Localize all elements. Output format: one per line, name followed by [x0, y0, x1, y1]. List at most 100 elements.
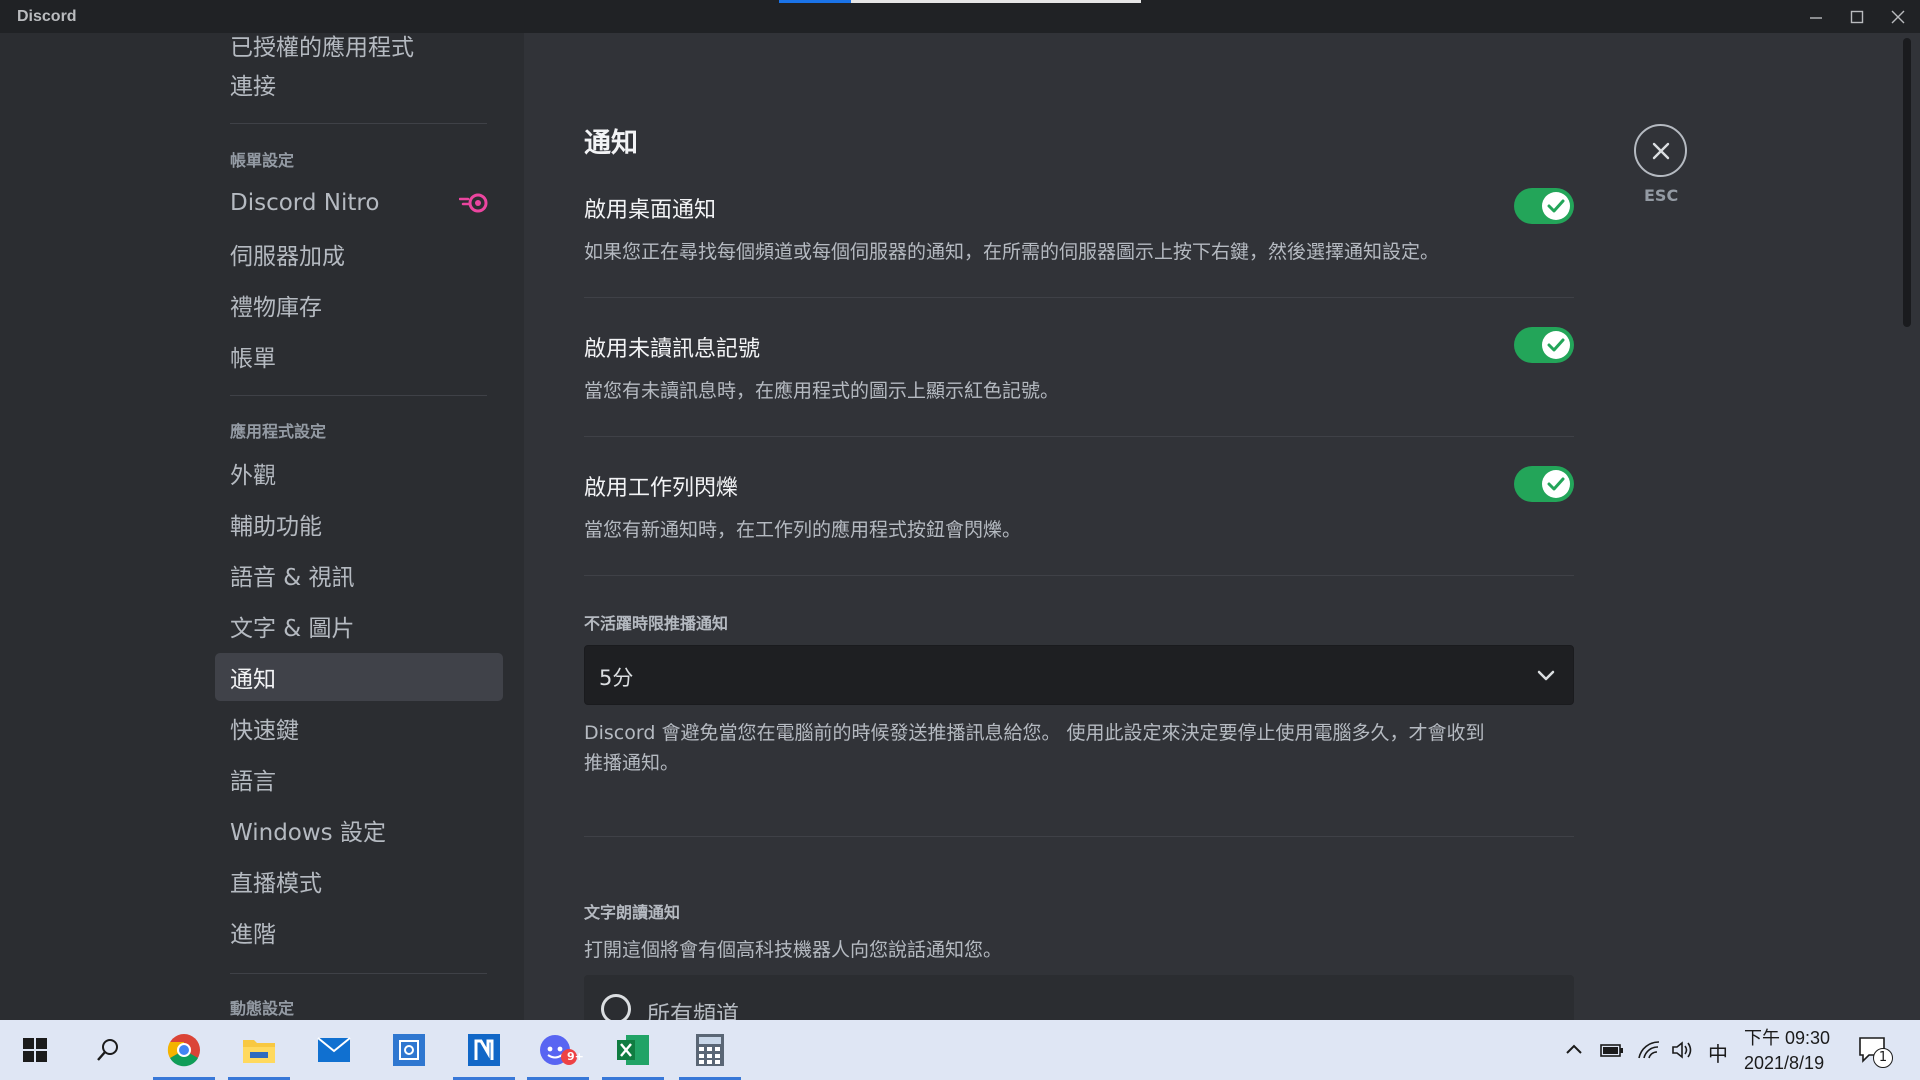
sidebar-item-voice-video[interactable]: 語音 & 視訊: [215, 551, 503, 599]
clock[interactable]: 下午 09:30 2021/8/19: [1744, 1026, 1830, 1076]
toggle-desktop-notifications[interactable]: [1514, 188, 1574, 224]
minimize-button[interactable]: [1795, 0, 1837, 33]
afk-timeout-value: 5分: [599, 666, 634, 690]
section-divider: [584, 297, 1574, 298]
excel-icon: [617, 1035, 649, 1065]
loading-progress-fill: [779, 0, 852, 3]
wifi-icon[interactable]: [1637, 1040, 1661, 1060]
sidebar-item-advanced[interactable]: 進階: [215, 908, 503, 956]
toggle-knob: [1542, 331, 1570, 359]
chrome-taskbar-button[interactable]: [149, 1020, 219, 1080]
setting-title-taskbar-flash: 啟用工作列閃爍: [584, 476, 739, 501]
esc-label: ESC: [1644, 186, 1679, 205]
afk-timeout-desc-line2: 推播通知。: [584, 752, 680, 774]
chevron-down-icon: [1537, 670, 1555, 681]
mail-taskbar-button[interactable]: [299, 1020, 369, 1080]
toggle-knob: [1542, 470, 1570, 498]
afk-timeout-label: 不活躍時限推播通知: [584, 614, 729, 633]
notion-icon: [468, 1034, 500, 1066]
file-explorer-icon: [243, 1040, 275, 1063]
sidebar-item-nitro[interactable]: Discord Nitro: [215, 179, 503, 227]
setting-title-desktop-notifications: 啟用桌面通知: [584, 198, 717, 223]
clock-time: 下午 09:30: [1744, 1028, 1831, 1048]
toggle-knob: [1542, 192, 1570, 220]
close-icon: [1652, 142, 1669, 159]
ime-indicator[interactable]: 中: [1708, 1038, 1728, 1067]
afk-timeout-desc-line1: Discord 會避免當您在電腦前的時候發送推播訊息給您。 使用此設定來決定要停…: [584, 722, 1485, 744]
section-divider: [584, 575, 1574, 576]
setting-desc-desktop-notifications: 如果您正在尋找每個頻道或每個伺服器的通知，在所需的伺服器圖示上按下右鍵，然後選擇…: [584, 241, 1440, 263]
afk-timeout-select[interactable]: 5分: [584, 645, 1574, 705]
setting-desc-taskbar-flash: 當您有新通知時，在工作列的應用程式按鈕會閃爍。: [584, 519, 1022, 541]
sidebar-item-appearance[interactable]: 外觀: [215, 449, 503, 497]
sidebar-header-billing: 帳單設定: [230, 151, 295, 170]
clock-date: 2021/8/19: [1744, 1053, 1825, 1073]
toggle-unread-badge[interactable]: [1514, 327, 1574, 363]
tts-notifications-label: 文字朗讀通知: [584, 903, 681, 922]
start-icon: [23, 1038, 47, 1062]
chrome-icon: [167, 1034, 200, 1067]
tts-notifications-desc: 打開這個將會有個高科技機器人向您說話通知您。: [584, 939, 1003, 961]
sidebar-item-windows-settings[interactable]: Windows 設定: [215, 806, 503, 854]
chevron-up-icon[interactable]: [1564, 1040, 1584, 1060]
section-divider: [584, 836, 1574, 837]
notion-taskbar-button[interactable]: [449, 1020, 519, 1080]
sidebar-divider: [230, 123, 487, 124]
sidebar-item-billing[interactable]: 帳單: [215, 332, 503, 380]
file-explorer-taskbar-button[interactable]: [224, 1020, 294, 1080]
sidebar-item-server-boost[interactable]: 伺服器加成: [215, 230, 503, 278]
app-taskbar-button[interactable]: [374, 1020, 444, 1080]
minimize-icon: [1810, 16, 1822, 19]
settings-sidebar: 已授權的應用程式 連接 帳單設定 Discord Nitro 伺服器加成 禮物庫…: [0, 33, 524, 1020]
taskbar: 9+ 中 下午 09:30 2021/8/19 1: [0, 1020, 1920, 1080]
app-title: Discord: [17, 8, 77, 25]
excel-taskbar-button[interactable]: [598, 1020, 668, 1080]
toggle-taskbar-flash[interactable]: [1514, 466, 1574, 502]
action-center-button[interactable]: 1: [1858, 1036, 1894, 1070]
maximize-button[interactable]: [1836, 0, 1878, 33]
discord-taskbar-button[interactable]: 9+: [523, 1020, 593, 1080]
tts-option-all-channels[interactable]: 所有頻道: [584, 975, 1574, 1020]
sidebar-header-app-settings: 應用程式設定: [230, 422, 327, 441]
search-icon: [97, 1039, 118, 1061]
check-icon: [1547, 477, 1565, 491]
loading-progress-bar: [779, 0, 1141, 3]
sidebar-divider: [230, 395, 487, 396]
start-button[interactable]: [0, 1020, 70, 1080]
sidebar-header-activity: 動態設定: [230, 999, 295, 1018]
calculator-icon: [696, 1034, 724, 1066]
close-icon: [1891, 10, 1905, 23]
tts-option-label: 所有頻道: [647, 1002, 739, 1020]
sidebar-divider: [230, 973, 487, 974]
sidebar-item-text-images[interactable]: 文字 & 圖片: [215, 602, 503, 650]
notification-count-badge: 1: [1873, 1048, 1893, 1068]
sidebar-item-language[interactable]: 語言: [215, 755, 503, 803]
sidebar-item-keybinds[interactable]: 快速鍵: [215, 704, 503, 752]
search-button[interactable]: [73, 1020, 143, 1080]
section-divider: [584, 436, 1574, 437]
maximize-icon: [1850, 10, 1864, 23]
setting-title-unread-badge: 啟用未讀訊息記號: [584, 337, 761, 362]
sidebar-item-connections[interactable]: 連接: [215, 60, 503, 108]
setting-desc-unread-badge: 當您有未讀訊息時，在應用程式的圖示上顯示紅色記號。: [584, 380, 1060, 402]
close-settings-button[interactable]: [1634, 124, 1687, 177]
check-icon: [1547, 338, 1565, 352]
sidebar-item-streamer-mode[interactable]: 直播模式: [215, 857, 503, 905]
calculator-taskbar-button[interactable]: [675, 1020, 745, 1080]
volume-icon[interactable]: [1671, 1040, 1695, 1060]
scrollbar-thumb[interactable]: [1903, 38, 1911, 327]
battery-icon[interactable]: [1599, 1040, 1625, 1060]
page-title: 通知: [584, 128, 638, 159]
sidebar-item-notifications[interactable]: 通知: [215, 653, 503, 701]
nitro-icon: [459, 193, 488, 213]
app-icon: [393, 1034, 425, 1066]
mail-icon: [317, 1037, 351, 1062]
sidebar-item-gift-inventory[interactable]: 禮物庫存: [215, 281, 503, 329]
sidebar-item-accessibility[interactable]: 輔助功能: [215, 500, 503, 548]
close-window-button[interactable]: [1877, 0, 1919, 33]
title-bar: Discord: [0, 0, 1920, 33]
radio-circle: [601, 994, 631, 1020]
settings-content: 通知 啟用桌面通知 如果您正在尋找每個頻道或每個伺服器的通知，在所需的伺服器圖示…: [524, 33, 1920, 1020]
discord-badge: 9+: [567, 1050, 584, 1063]
check-icon: [1547, 199, 1565, 213]
